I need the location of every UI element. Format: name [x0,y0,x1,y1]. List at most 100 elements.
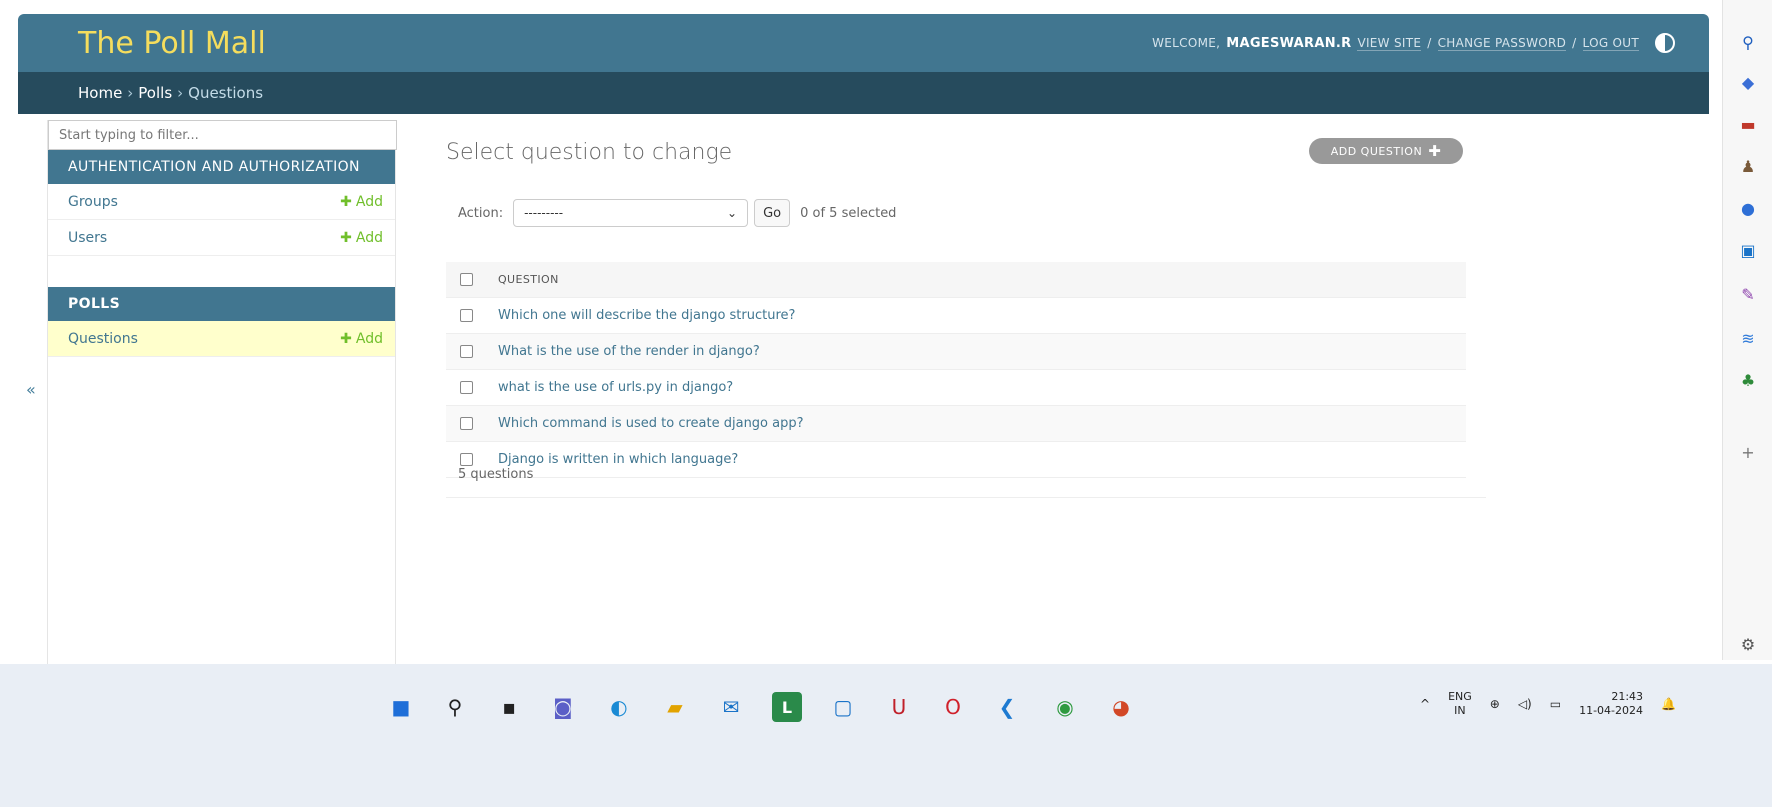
nav-sidebar: Start typing to filter... AUTHENTICATION… [47,120,397,664]
file-explorer-icon[interactable]: ▰ [660,692,690,722]
clock-date: 11-04-2024 [1579,704,1644,717]
blue-app-icon[interactable]: ▢ [828,692,858,722]
system-tray: ^ ENG IN ⊕ ◁) ▭ 21:43 11-04-2024 🔔 [1420,684,1676,724]
sidebar-item-questions: Questions ✚ Add [48,321,395,357]
volume-icon[interactable]: ◁) [1518,697,1532,711]
users-add-link[interactable]: ✚ Add [340,230,383,246]
vscode-icon[interactable]: ❮ [992,692,1022,722]
tag-icon[interactable]: ◆ [1736,70,1760,94]
breadcrumb-polls[interactable]: Polls [138,84,172,102]
windows-start-icon[interactable]: ■ [386,692,416,722]
mcafee-icon[interactable]: U [884,692,914,722]
module-caption-auth[interactable]: AUTHENTICATION AND AUTHORIZATION [48,150,395,184]
question-link[interactable]: Which command is used to create django a… [498,416,804,431]
plus-icon: ✚ [340,193,352,210]
chess-icon[interactable]: ♟ [1736,154,1760,178]
action-label: Action: [458,205,504,221]
row-checkbox[interactable] [460,345,473,358]
question-link[interactable]: What is the use of the render in django? [498,344,760,359]
clock[interactable]: 21:43 11-04-2024 [1579,690,1643,718]
row-checkbox[interactable] [460,417,473,430]
row-checkbox[interactable] [460,309,473,322]
groups-link[interactable]: Groups [68,194,118,210]
module-auth: AUTHENTICATION AND AUTHORIZATION Groups … [48,150,395,256]
admin-header: The Poll Mall WELCOME, MAGESWARAN.R VIEW… [18,14,1709,72]
table-header: QUESTION [446,262,1466,298]
breadcrumb-separator: › [177,84,184,102]
chevron-down-icon: ⌄ [727,206,738,220]
add-label: Add [355,330,383,347]
site-title[interactable]: The Poll Mall [78,26,266,61]
separator: / [1427,36,1432,50]
wifi-icon[interactable]: ≋ [1736,326,1760,350]
go-button[interactable]: Go [754,199,791,227]
opera-icon[interactable]: O [938,692,968,722]
change-password-link[interactable]: CHANGE PASSWORD [1437,36,1567,51]
chevron-up-icon[interactable]: ^ [1420,697,1430,711]
page-title: Select question to change [446,140,733,165]
module-polls: POLLS Questions ✚ Add [48,287,395,357]
result-list-table: QUESTION Which one will describe the dja… [446,262,1466,478]
table-row: Which command is used to create django a… [446,406,1466,442]
language-indicator[interactable]: ENG IN [1448,690,1472,718]
plus-icon: ✚ [1428,142,1442,160]
network-icon[interactable]: ⊕ [1490,697,1500,711]
toggle-nav-sidebar-button[interactable]: « [26,380,36,399]
plus-icon: ✚ [340,330,352,347]
chat-icon[interactable]: ◙ [548,692,578,722]
search-icon[interactable]: ⚲ [440,692,470,722]
breadcrumb-current: Questions [188,84,264,102]
edge-icon[interactable]: ◐ [604,692,634,722]
language-bottom: IN [1454,704,1466,717]
module-caption-polls[interactable]: POLLS [48,287,395,321]
username: MAGESWARAN.R [1226,35,1352,51]
l-app-icon[interactable]: L [772,692,802,722]
task-view-icon[interactable]: ▪ [494,692,524,722]
browser-page: The Poll Mall WELCOME, MAGESWARAN.R VIEW… [0,0,1722,750]
view-site-link[interactable]: VIEW SITE [1357,36,1422,51]
battery-icon[interactable]: ▭ [1550,697,1561,711]
action-select[interactable]: --------- ⌄ [513,199,749,227]
paginator: 5 questions [446,452,1486,498]
tree-icon[interactable]: ♣ [1736,368,1760,392]
settings-icon[interactable]: ⚙ [1736,632,1760,656]
powerpoint-icon[interactable]: ◕ [1106,692,1136,722]
chrome-icon[interactable]: ◉ [1050,692,1080,722]
taskbar: ■ ⚲ ▪ ◙ ◐ ▰ ✉ L ▢ U O ❮ ◉ ◕ ^ ENG IN ⊕ ◁… [0,664,1772,807]
select-all-checkbox[interactable] [460,273,473,286]
column-header-question[interactable]: QUESTION [498,273,559,286]
users-link[interactable]: Users [68,230,107,246]
search-icon[interactable]: ⚲ [1736,30,1760,54]
feather-icon[interactable]: ✎ [1736,282,1760,306]
table-row: What is the use of the render in django? [446,334,1466,370]
breadcrumb-home[interactable]: Home [78,84,122,102]
welcome-text: WELCOME, [1152,36,1221,50]
question-link[interactable]: what is the use of urls.py in django? [498,380,733,395]
clock-time: 21:43 [1611,690,1644,703]
add-question-button[interactable]: ADD QUESTION ✚ [1309,138,1463,164]
question-link[interactable]: Which one will describe the django struc… [498,308,795,323]
mail-icon[interactable]: ✉ [716,692,746,722]
briefcase-icon[interactable]: ▬ [1736,112,1760,136]
breadcrumb: Home › Polls › Questions [18,72,1709,114]
outlook-icon[interactable]: ▣ [1736,238,1760,262]
nav-filter-input[interactable]: Start typing to filter... [48,120,397,150]
plus-icon[interactable]: + [1736,440,1760,464]
questions-link[interactable]: Questions [68,331,138,347]
plus-icon: ✚ [340,229,352,246]
selected-count: 0 of 5 selected [800,205,897,221]
row-checkbox[interactable] [460,381,473,394]
questions-add-link[interactable]: ✚ Add [340,331,383,347]
sidebar-item-groups: Groups ✚ Add [48,184,395,220]
language-top: ENG [1448,690,1472,703]
groups-add-link[interactable]: ✚ Add [340,194,383,210]
notification-bell-icon[interactable]: 🔔 [1661,697,1676,711]
separator: / [1572,36,1577,50]
sidebar-item-users: Users ✚ Add [48,220,395,256]
add-label: Add [355,193,383,210]
action-select-value: --------- [524,206,564,220]
theme-toggle-icon[interactable] [1655,33,1675,53]
log-out-link[interactable]: LOG OUT [1582,36,1639,51]
copilot-icon[interactable]: ● [1736,196,1760,220]
browser-sidebar: ⚲ ◆ ▬ ♟ ● ▣ ✎ ≋ ♣ + ⚙ [1722,0,1772,660]
